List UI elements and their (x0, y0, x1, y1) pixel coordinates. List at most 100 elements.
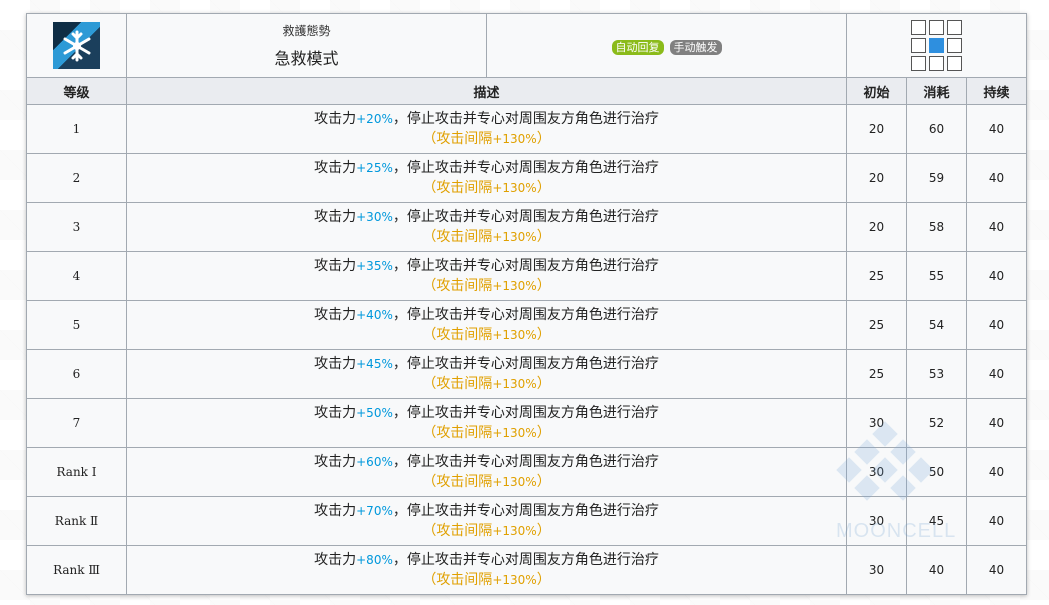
cost-sp-cell: 52 (906, 398, 967, 448)
desc-suffix: ，停止攻击并专心对周围友方角色进行治疗 (392, 503, 659, 519)
note-value: +130% (492, 328, 537, 342)
duration-cell: 40 (965, 496, 1028, 546)
desc-effect: 攻击力+35%，停止攻击并专心对周围友方角色进行治疗 (127, 256, 846, 276)
note-value: +130% (492, 279, 537, 293)
duration-cell: 40 (965, 300, 1028, 350)
desc-effect: 攻击力+50%，停止攻击并专心对周围友方角色进行治疗 (127, 403, 846, 423)
duration-cell: 40 (965, 545, 1028, 595)
note-value: +130% (492, 377, 537, 391)
level-cell: 2 (26, 153, 127, 203)
note-close: ） (536, 474, 551, 490)
range-tile (947, 56, 963, 71)
level-cell: 7 (26, 398, 127, 448)
desc-effect: 攻击力+80%，停止攻击并专心对周围友方角色进行治疗 (127, 550, 846, 570)
note-close: ） (536, 572, 551, 588)
cost-sp-cell: 40 (906, 545, 967, 595)
range-tile-self (929, 38, 945, 53)
note-open: （ (422, 425, 437, 441)
duration-cell: 40 (965, 153, 1028, 203)
desc-suffix: ，停止攻击并专心对周围友方角色进行治疗 (392, 160, 659, 176)
col-duration: 持续 (965, 77, 1028, 105)
skill-range-cell (845, 13, 1028, 78)
desc-cell: 攻击力+50%，停止攻击并专心对周围友方角色进行治疗 （攻击间隔+130%） (126, 398, 847, 448)
skill-level-row: Rank Ⅰ 攻击力+60%，停止攻击并专心对周围友方角色进行治疗 （攻击间隔+13… (26, 447, 1028, 497)
skill-level-row: 2 攻击力+25%，停止攻击并专心对周围友方角色进行治疗 （攻击间隔+130%） 20… (26, 153, 1028, 203)
atk-bonus: +50% (356, 406, 393, 420)
note-label: 攻击间隔 (436, 474, 493, 490)
skill-name: 急救模式 (274, 49, 339, 68)
cost-sp-cell: 53 (906, 349, 967, 399)
note-open: （ (422, 376, 437, 392)
init-sp-cell: 20 (846, 202, 907, 252)
init-sp-cell: 30 (846, 496, 907, 546)
init-sp-cell: 30 (846, 545, 907, 595)
note-value: +130% (492, 181, 537, 195)
note-open: （ (422, 474, 437, 490)
duration-cell: 40 (965, 447, 1028, 497)
note-label: 攻击间隔 (436, 425, 493, 441)
desc-prefix: 攻击力 (314, 356, 357, 372)
duration-cell: 40 (965, 349, 1028, 399)
skill-level-row: 3 攻击力+30%，停止攻击并专心对周围友方角色进行治疗 （攻击间隔+130%） 20… (26, 202, 1028, 252)
note-open: （ (422, 523, 437, 539)
note-label: 攻击间隔 (436, 180, 493, 196)
cost-sp-cell: 60 (906, 104, 967, 154)
duration-cell: 40 (965, 104, 1028, 154)
skill-icon-cell (26, 13, 127, 78)
note-close: ） (536, 180, 551, 196)
col-cost: 消耗 (906, 77, 967, 105)
cost-sp-cell: 55 (906, 251, 967, 301)
desc-prefix: 攻击力 (314, 258, 357, 274)
desc-effect: 攻击力+30%，停止攻击并专心对周围友方角色进行治疗 (127, 207, 846, 227)
desc-suffix: ，停止攻击并专心对周围友方角色进行治疗 (392, 405, 659, 421)
range-grid (911, 20, 963, 71)
note-value: +130% (492, 573, 537, 587)
range-tile (911, 56, 927, 71)
note-close: ） (536, 376, 551, 392)
desc-cell: 攻击力+20%，停止攻击并专心对周围友方角色进行治疗 （攻击间隔+130%） (126, 104, 847, 154)
note-close: ） (536, 425, 551, 441)
desc-prefix: 攻击力 (314, 552, 357, 568)
desc-prefix: 攻击力 (314, 160, 357, 176)
init-sp-cell: 25 (846, 300, 907, 350)
desc-effect: 攻击力+25%，停止攻击并专心对周围友方角色进行治疗 (127, 158, 846, 178)
skill-level-row: 1 攻击力+20%，停止攻击并专心对周围友方角色进行治疗 （攻击间隔+130%） 20… (26, 104, 1028, 154)
range-tile (929, 20, 945, 35)
level-cell: Rank Ⅰ (26, 447, 127, 497)
duration-cell: 40 (965, 202, 1028, 252)
level-cell: 6 (26, 349, 127, 399)
desc-prefix: 攻击力 (314, 503, 357, 519)
atk-bonus: +60% (356, 455, 393, 469)
desc-cell: 攻击力+70%，停止攻击并专心对周围友方角色进行治疗 （攻击间隔+130%） (126, 496, 847, 546)
desc-effect: 攻击力+45%，停止攻击并专心对周围友方角色进行治疗 (127, 354, 846, 374)
note-close: ） (536, 131, 551, 147)
col-desc: 描述 (126, 77, 847, 105)
init-sp-cell: 20 (846, 153, 907, 203)
atk-bonus: +35% (356, 259, 393, 273)
init-sp-cell: 25 (846, 251, 907, 301)
col-init: 初始 (846, 77, 907, 105)
skill-header-row: 救護態勢 急救模式 自动回复 手动触发 (26, 13, 1028, 78)
recovery-type-tag: 自动回复 (611, 40, 664, 55)
atk-bonus: +70% (356, 504, 393, 518)
desc-prefix: 攻击力 (314, 307, 357, 323)
note-close: ） (536, 278, 551, 294)
desc-suffix: ，停止攻击并专心对周围友方角色进行治疗 (392, 454, 659, 470)
desc-note: （攻击间隔+130%） (127, 423, 846, 443)
level-cell: 1 (26, 104, 127, 154)
range-tile (947, 38, 963, 53)
desc-cell: 攻击力+40%，停止攻击并专心对周围友方角色进行治疗 （攻击间隔+130%） (126, 300, 847, 350)
desc-cell: 攻击力+80%，停止攻击并专心对周围友方角色进行治疗 （攻击间隔+130%） (126, 545, 847, 595)
note-open: （ (422, 131, 437, 147)
skill-name-cell: 救護態勢 急救模式 (126, 13, 487, 78)
cost-sp-cell: 54 (906, 300, 967, 350)
note-label: 攻击间隔 (436, 131, 493, 147)
note-label: 攻击间隔 (436, 229, 493, 245)
desc-prefix: 攻击力 (314, 209, 357, 225)
duration-cell: 40 (965, 251, 1028, 301)
desc-note: （攻击间隔+130%） (127, 521, 846, 541)
desc-effect: 攻击力+60%，停止攻击并专心对周围友方角色进行治疗 (127, 452, 846, 472)
note-close: ） (536, 523, 551, 539)
col-level: 等级 (26, 77, 127, 105)
note-open: （ (422, 278, 437, 294)
